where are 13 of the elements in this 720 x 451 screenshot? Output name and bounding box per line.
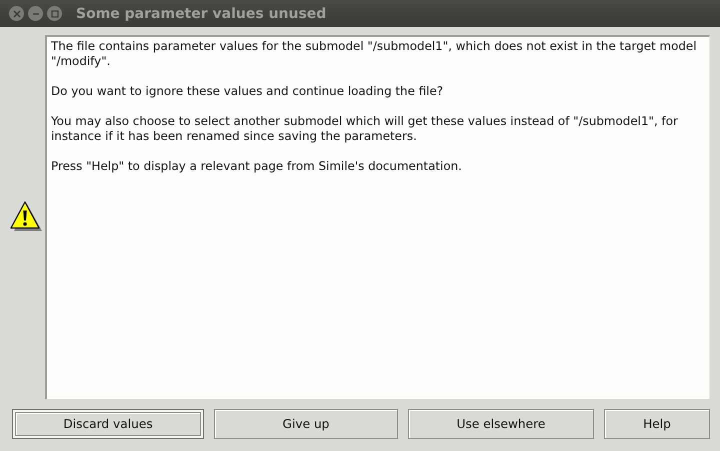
close-icon[interactable] bbox=[9, 6, 24, 21]
message-paragraph: You may also choose to select another submodel which will get these values instead of "/submodel1", for instance if it has been renamed since saving the parameters. bbox=[51, 114, 679, 144]
dialog-button[interactable]: Use elsewhere bbox=[408, 409, 594, 439]
maximize-icon[interactable] bbox=[47, 6, 62, 21]
dialog-button[interactable]: Discard values bbox=[12, 409, 204, 439]
warning-icon bbox=[10, 201, 44, 233]
minimize-icon[interactable] bbox=[28, 6, 43, 21]
message-paragraph: The file contains parameter values for the submodel "/submodel1", which does not exist in the target model "/modify". bbox=[51, 39, 698, 69]
message-paragraph: Press "Help" to display a relevant page from Simile's documentation. bbox=[51, 159, 463, 174]
window-title: Some parameter values unused bbox=[76, 6, 326, 22]
dialog-button[interactable]: Give up bbox=[214, 409, 398, 439]
message-paragraph: Do you want to ignore these values and continue loading the file? bbox=[51, 84, 444, 99]
dialog-button[interactable]: Help bbox=[604, 409, 710, 439]
